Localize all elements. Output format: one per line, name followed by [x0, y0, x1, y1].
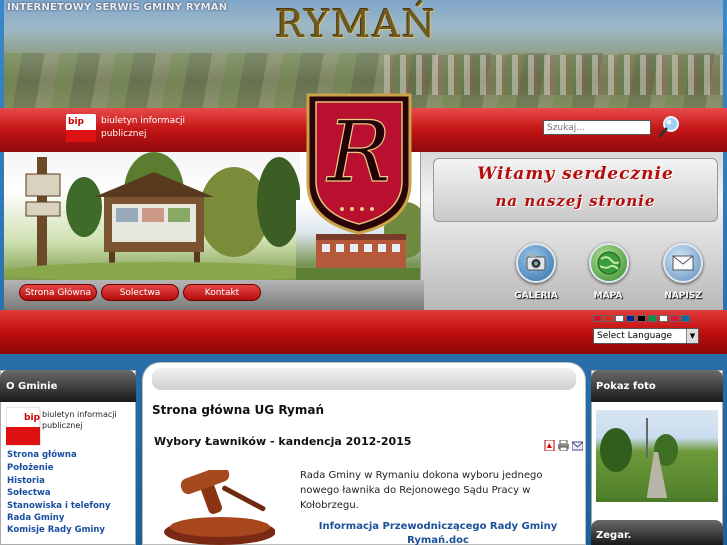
- page-title: Strona główna UG Rymań: [152, 403, 324, 417]
- svg-text:bip: bip: [24, 413, 41, 423]
- map-button[interactable]: [589, 243, 629, 283]
- gallery-button[interactable]: [516, 243, 556, 283]
- language-flag-icon[interactable]: [604, 315, 613, 322]
- sidebar-item-history[interactable]: Historia: [7, 476, 45, 486]
- content-top-bar: [152, 368, 576, 390]
- map-label[interactable]: MAPA: [578, 291, 638, 301]
- sidebar-item-council[interactable]: Rada Gminy: [7, 513, 64, 523]
- sidebar-item-location[interactable]: Położenie: [7, 463, 54, 473]
- language-flag-icon[interactable]: [659, 315, 668, 322]
- gavel-image: [160, 465, 276, 545]
- clock-widget-title: Zegar.: [596, 530, 632, 541]
- article-title[interactable]: Wybory Ławników - kandencja 2012-2015: [154, 435, 411, 448]
- search-input[interactable]: [543, 120, 651, 135]
- language-flag-icon[interactable]: [681, 315, 690, 322]
- sidebar-item-committees[interactable]: Komisje Rady Gminy: [7, 525, 105, 535]
- language-flags[interactable]: [593, 315, 690, 323]
- bip-sidebar-link[interactable]: biuletyn informacji publicznej: [42, 409, 132, 431]
- globe-icon: [597, 251, 621, 275]
- bip-sidebar-icon[interactable]: bip: [5, 406, 42, 447]
- tab-villages[interactable]: Solectwa: [101, 284, 179, 301]
- tab-home[interactable]: Strona Główna: [19, 284, 97, 301]
- sidebar-item-contacts[interactable]: Stanowiska i telefony: [7, 501, 111, 511]
- language-flag-icon[interactable]: [670, 315, 679, 322]
- welcome-line-1: Witamy serdecznie: [477, 164, 674, 184]
- bip-logo-icon[interactable]: bip: [66, 114, 96, 142]
- language-flag-icon[interactable]: [615, 315, 624, 322]
- site-tagline: INTERNETOWY SERWIS GMINY RYMAŃ: [7, 2, 228, 13]
- print-icon[interactable]: [558, 436, 569, 452]
- pdf-icon[interactable]: [544, 436, 555, 452]
- bip-link[interactable]: biuletyn informacji publicznej: [101, 115, 191, 141]
- chevron-down-icon: ▼: [686, 329, 698, 343]
- left-sidebar-title: O Gminie: [6, 381, 58, 392]
- sidebar-item-home[interactable]: Strona główna: [7, 450, 77, 460]
- gallery-label[interactable]: GALERIA: [506, 291, 566, 301]
- photo-widget-title: Pokaz foto: [596, 381, 656, 392]
- envelope-icon: [672, 255, 694, 271]
- photo-slideshow[interactable]: [596, 410, 718, 502]
- article-attachment-link[interactable]: Informacja Przewodniczącego Rady Gminy R…: [300, 520, 576, 545]
- article-text: Rada Gminy w Rymaniu dokona wyboru jedne…: [300, 470, 543, 511]
- coat-of-arms-icon: R: [304, 93, 414, 235]
- camera-icon: [526, 254, 546, 271]
- language-flag-icon[interactable]: [637, 315, 646, 322]
- language-flag-icon[interactable]: [593, 315, 602, 322]
- crest-letter: R: [325, 103, 390, 201]
- sidebar-item-villages[interactable]: Sołectwa: [7, 488, 51, 498]
- language-select[interactable]: Select Language ▼: [593, 328, 699, 344]
- language-select-value: Select Language: [597, 331, 673, 341]
- language-flag-icon[interactable]: [648, 315, 657, 322]
- language-flag-icon[interactable]: [626, 315, 635, 322]
- email-icon[interactable]: [571, 436, 584, 451]
- page: INTERNETOWY SERWIS GMINY RYMAŃ RYMAŃ bip…: [0, 0, 727, 545]
- write-label[interactable]: NAPISZ: [653, 291, 713, 301]
- search-icon[interactable]: [657, 115, 681, 139]
- welcome-line-2: na naszej stronie: [495, 192, 656, 210]
- tab-contact[interactable]: Kontakt: [183, 284, 261, 301]
- village-photo: [4, 152, 300, 280]
- site-title: RYMAŃ: [275, 2, 438, 46]
- write-button[interactable]: [663, 243, 703, 283]
